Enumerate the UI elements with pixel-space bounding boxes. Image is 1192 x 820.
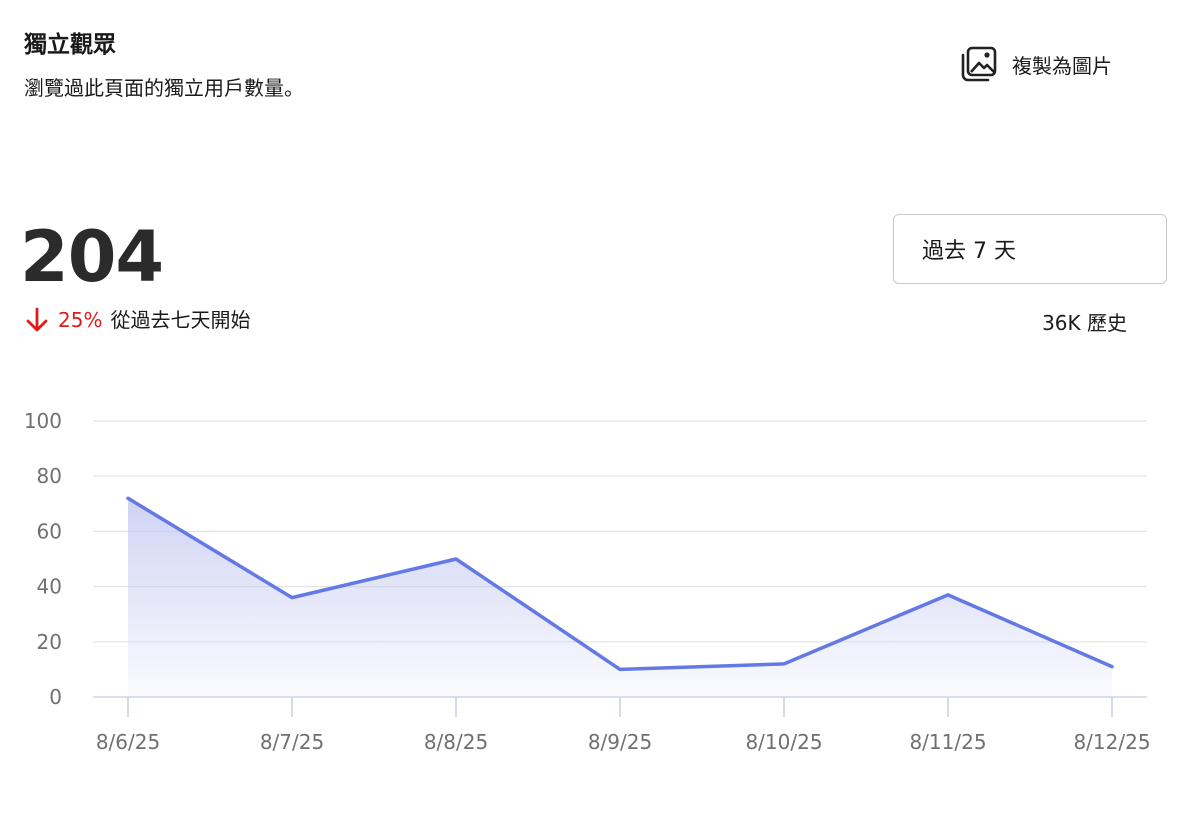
- y-tick-label: 80: [37, 464, 62, 488]
- time-range-selected: 過去 7 天: [922, 239, 1016, 264]
- x-tick-label: 8/6/25: [96, 730, 160, 754]
- card-title: 獨立觀眾: [24, 32, 116, 58]
- x-tick-label: 8/9/25: [588, 730, 652, 754]
- x-tick-label: 8/12/25: [1073, 730, 1150, 754]
- x-tick-label: 8/11/25: [909, 730, 986, 754]
- x-tick-label: 8/8/25: [424, 730, 488, 754]
- delta-since-label: 從過去七天開始: [110, 308, 251, 332]
- area-chart: 0 20 40 60 80 100 8/6/25 8/7/25 8/8/25 8/9/25 8/10…: [24, 409, 1151, 754]
- series-area: [128, 498, 1112, 697]
- y-tick-label: 60: [37, 519, 62, 543]
- arrow-down-icon: [24, 306, 50, 334]
- y-tick-label: 20: [37, 630, 62, 654]
- x-tick-label: 8/10/25: [745, 730, 822, 754]
- image-icon: [960, 45, 998, 83]
- copy-as-image-button[interactable]: 複製為圖片: [960, 44, 1112, 84]
- y-tick-label: 0: [49, 685, 62, 709]
- copy-as-image-label: 複製為圖片: [1012, 53, 1112, 78]
- history-count: 36K 歷史: [1042, 311, 1127, 335]
- card-subtitle: 瀏覽過此頁面的獨立用戶數量。: [24, 76, 304, 100]
- delta-indicator: 25% 從過去七天開始: [24, 305, 250, 335]
- time-range-dropdown[interactable]: 過去 7 天: [893, 214, 1167, 284]
- delta-percent: 25%: [58, 308, 103, 332]
- y-tick-label: 40: [37, 575, 62, 599]
- x-tick-label: 8/7/25: [260, 730, 324, 754]
- y-tick-label: 100: [24, 409, 62, 433]
- kpi-value: 204: [20, 216, 164, 298]
